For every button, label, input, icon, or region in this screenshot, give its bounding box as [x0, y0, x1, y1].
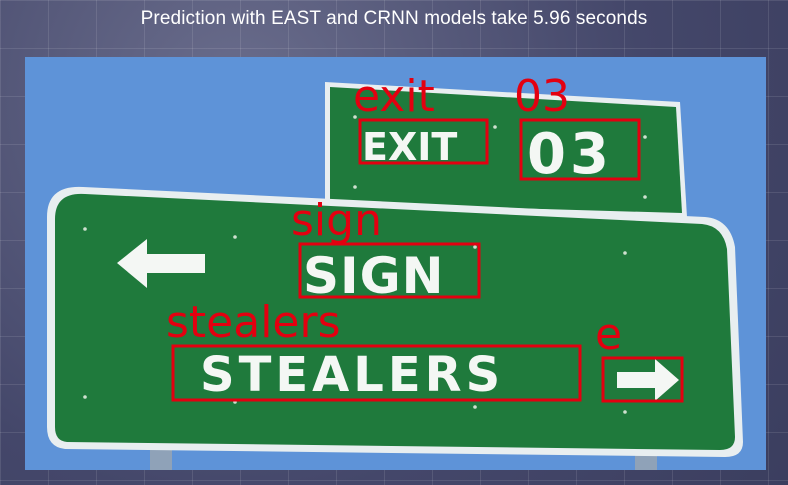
detection-label-e: e — [595, 309, 622, 360]
team-sign-text: STEALERS — [200, 347, 504, 403]
main-sign-panel — [47, 186, 743, 457]
annotated-sign-photo: EXIT 03 SIGN STEALERS exit 03 sign steal… — [47, 71, 743, 470]
detection-label-sign: sign — [291, 195, 382, 246]
detection-label-exit: exit — [353, 71, 435, 122]
prediction-title: Prediction with EAST and CRNN models tak… — [140, 8, 648, 29]
detection-label-stealers: stealers — [166, 297, 341, 348]
result-image: EXIT 03 SIGN STEALERS exit 03 sign steal… — [25, 57, 766, 470]
sign-post-left — [150, 447, 172, 470]
detection-label-03: 03 — [514, 71, 570, 122]
exit-number-text: 03 — [527, 122, 613, 187]
